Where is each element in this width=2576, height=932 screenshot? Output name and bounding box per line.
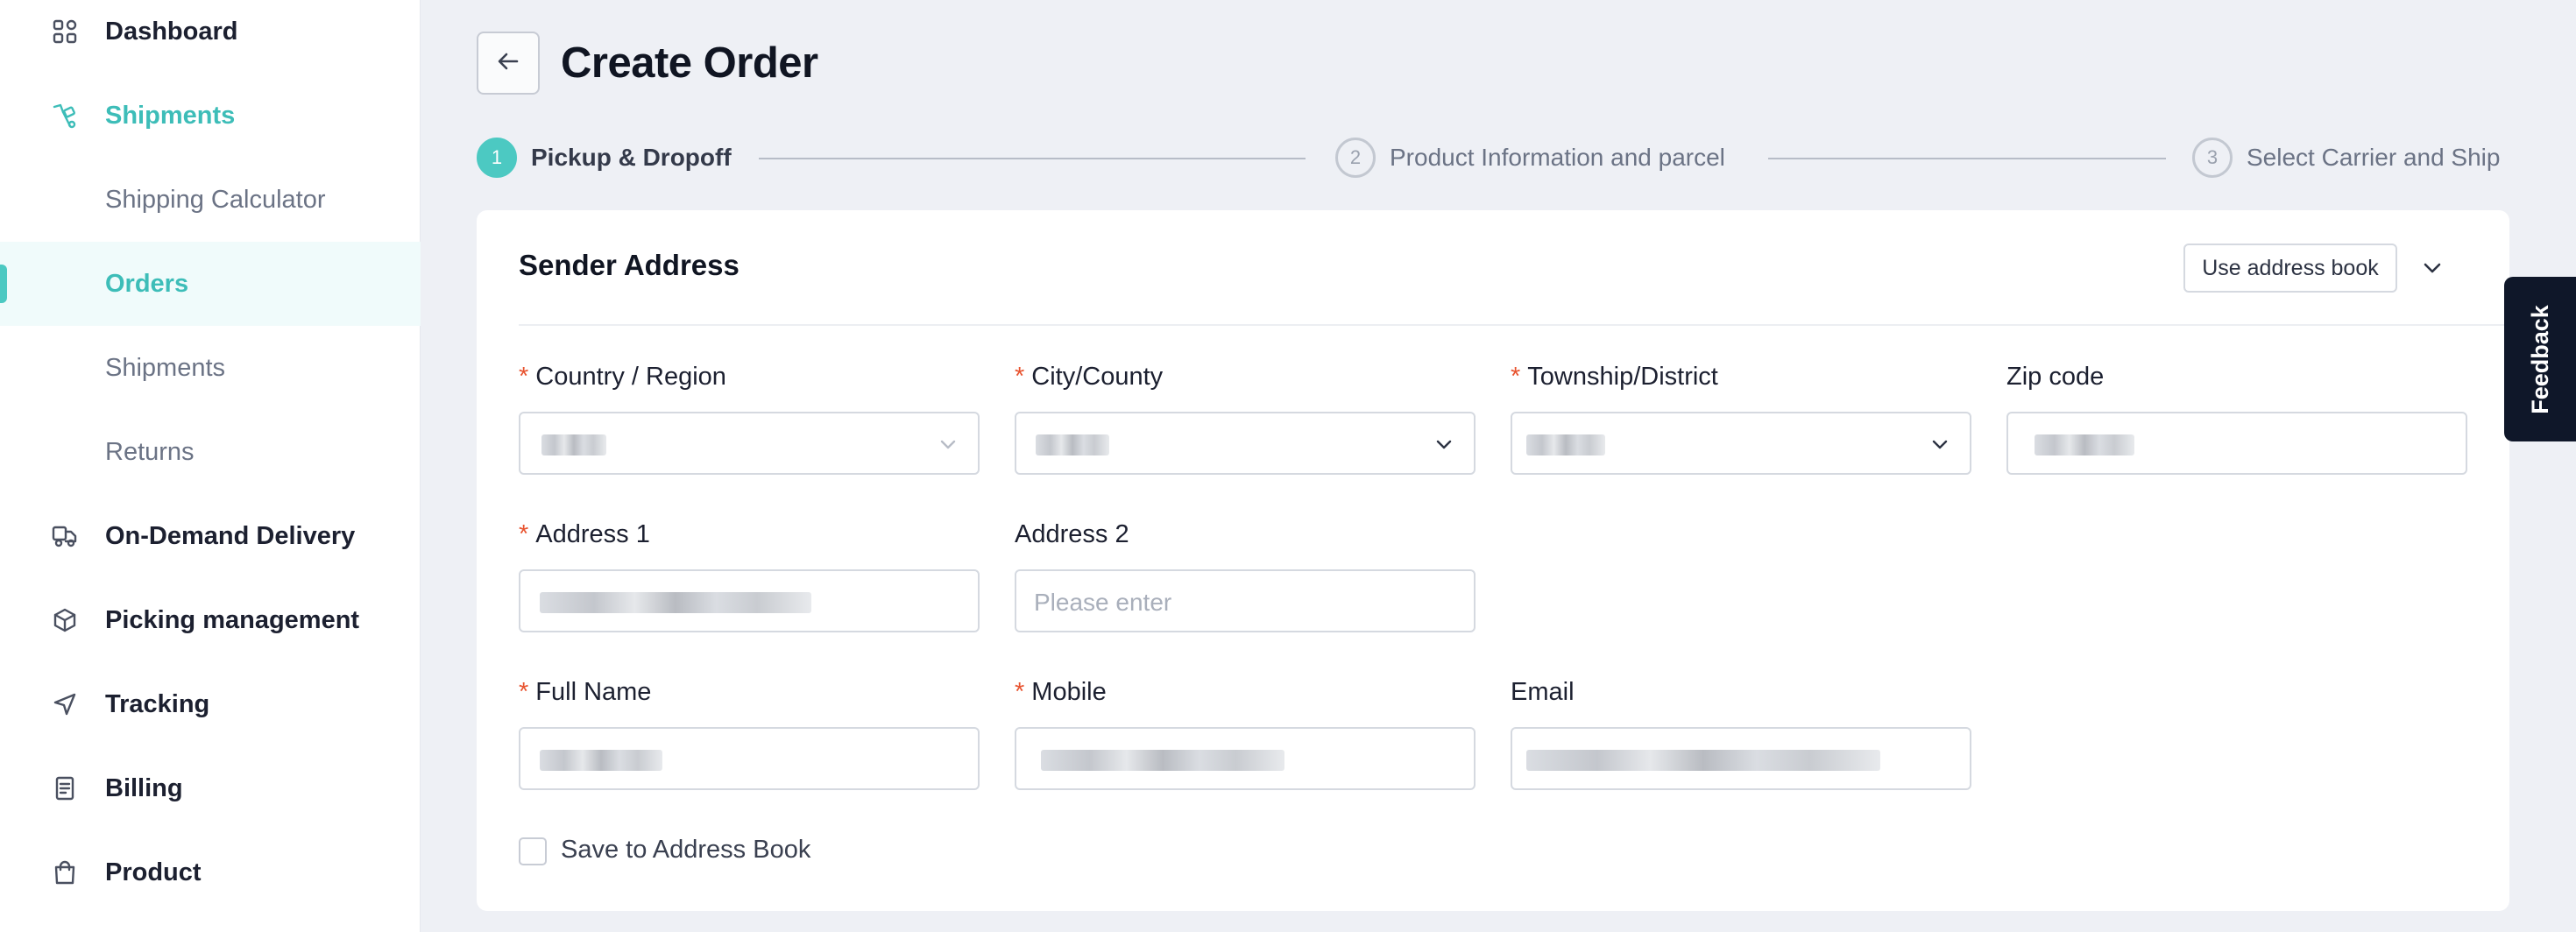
email-input[interactable] [1511, 727, 1971, 790]
redacted-value [540, 750, 662, 771]
step-label: Product Information and parcel [1390, 144, 1725, 171]
sidebar-item-label: Orders [105, 269, 189, 298]
sidebar-item-returns[interactable]: Returns [0, 410, 421, 494]
step-connector [1768, 158, 2166, 159]
step-pickup-dropoff: 1 Pickup & Dropoff [477, 137, 732, 179]
address-1-label: * Address 1 [519, 520, 650, 549]
step-select-carrier: 3 Select Carrier and Ship [2192, 137, 2500, 179]
package-icon [49, 604, 81, 636]
chevron-down-icon [1928, 433, 1952, 457]
sidebar-item-shipments[interactable]: Shipments [0, 74, 421, 158]
save-to-address-book-label[interactable]: Save to Address Book [561, 836, 810, 865]
sidebar-item-billing[interactable]: Billing [0, 746, 421, 830]
city-county-label: * City/County [1015, 363, 1163, 392]
address-1-input[interactable] [519, 569, 980, 632]
sidebar-item-tracking[interactable]: Tracking [0, 662, 421, 746]
back-button[interactable] [477, 32, 540, 95]
sidebar-item-label: Dashboard [105, 17, 238, 46]
township-district-label: * Township/District [1511, 363, 1718, 392]
sidebar-item-label: Shipments [105, 353, 226, 382]
feedback-tab[interactable]: Feedback [2504, 277, 2576, 441]
feedback-label: Feedback [2526, 304, 2553, 414]
chevron-down-icon [1432, 433, 1456, 457]
shopping-bag-icon [49, 857, 81, 888]
sidebar-item-label: Shipments [105, 101, 236, 130]
redacted-value [1526, 750, 1880, 771]
sender-address-card: Sender Address Use address book * Country… [477, 210, 2509, 911]
redacted-value [541, 434, 606, 455]
step-product-information: 2 Product Information and parcel [1335, 137, 1725, 179]
step-label: Pickup & Dropoff [531, 144, 732, 171]
page-title: Create Order [561, 39, 818, 87]
field-label-text: Country / Region [535, 363, 726, 391]
arrow-left-icon [494, 47, 522, 80]
step-label: Select Carrier and Ship [2247, 144, 2501, 171]
receipt-icon [49, 773, 81, 804]
mobile-input[interactable] [1015, 727, 1476, 790]
field-label-text: Email [1511, 678, 1575, 706]
chevron-down-icon [936, 433, 960, 457]
sidebar-item-label: On-Demand Delivery [105, 521, 356, 550]
township-district-select[interactable] [1511, 412, 1971, 475]
delivery-truck-icon [49, 520, 81, 552]
sidebar-item-picking-management[interactable]: Picking management [0, 578, 421, 662]
sidebar: Dashboard Shipments Shipping Calculator … [0, 0, 421, 932]
use-address-book-button[interactable]: Use address book [2183, 244, 2397, 293]
country-region-select[interactable] [519, 412, 980, 475]
step-number: 1 [477, 138, 517, 178]
email-label: Email [1511, 678, 1575, 707]
placeholder: Please enter [1034, 589, 1172, 616]
field-label-text: Address 2 [1015, 520, 1129, 548]
step-number: 3 [2192, 138, 2233, 178]
dashboard-icon [49, 16, 81, 47]
field-label-text: Address 1 [535, 520, 650, 548]
redacted-value [2035, 434, 2134, 455]
redacted-value [1526, 434, 1605, 455]
divider [519, 324, 2509, 326]
sidebar-item-label: Tracking [105, 689, 210, 718]
sidebar-item-dashboard[interactable]: Dashboard [0, 0, 421, 74]
sidebar-item-product[interactable]: Product [0, 830, 421, 914]
sidebar-item-on-demand-delivery[interactable]: On-Demand Delivery [0, 494, 421, 578]
step-number: 2 [1335, 138, 1376, 178]
field-label-text: City/County [1031, 363, 1164, 391]
sidebar-item-label: Product [105, 858, 202, 886]
required-marker: * [1511, 363, 1521, 391]
required-marker: * [519, 363, 529, 391]
step-connector [759, 158, 1306, 159]
sidebar-item-label: Returns [105, 437, 195, 466]
sidebar-item-shipments-list[interactable]: Shipments [0, 326, 421, 410]
field-label-text: Township/District [1527, 363, 1718, 391]
sidebar-item-label: Picking management [105, 605, 360, 634]
sidebar-item-orders[interactable]: Orders [0, 242, 421, 326]
redacted-value [1041, 750, 1284, 771]
address-2-input[interactable]: Please enter [1015, 569, 1476, 632]
field-label-text: Full Name [535, 678, 652, 706]
address-2-label: Address 2 [1015, 520, 1129, 549]
field-label-text: Mobile [1031, 678, 1107, 706]
redacted-value [1036, 434, 1109, 455]
full-name-label: * Full Name [519, 678, 651, 707]
chevron-down-icon[interactable] [2418, 254, 2446, 282]
sidebar-item-label: Billing [105, 773, 183, 802]
field-label-text: Zip code [2006, 363, 2105, 391]
shipments-icon [49, 100, 81, 131]
city-county-select[interactable] [1015, 412, 1476, 475]
zip-code-input[interactable] [2006, 412, 2467, 475]
zip-code-label: Zip code [2006, 363, 2104, 392]
sidebar-item-shipping-calculator[interactable]: Shipping Calculator [0, 158, 421, 242]
required-marker: * [1015, 363, 1025, 391]
required-marker: * [1015, 678, 1025, 706]
required-marker: * [519, 520, 529, 548]
required-marker: * [519, 678, 529, 706]
save-to-address-book-checkbox[interactable] [519, 837, 547, 865]
section-title: Sender Address [519, 249, 740, 281]
mobile-label: * Mobile [1015, 678, 1107, 707]
country-region-label: * Country / Region [519, 363, 726, 392]
sidebar-item-label: Shipping Calculator [105, 185, 326, 214]
redacted-value [540, 592, 811, 613]
full-name-input[interactable] [519, 727, 980, 790]
navigation-arrow-icon [49, 688, 81, 720]
